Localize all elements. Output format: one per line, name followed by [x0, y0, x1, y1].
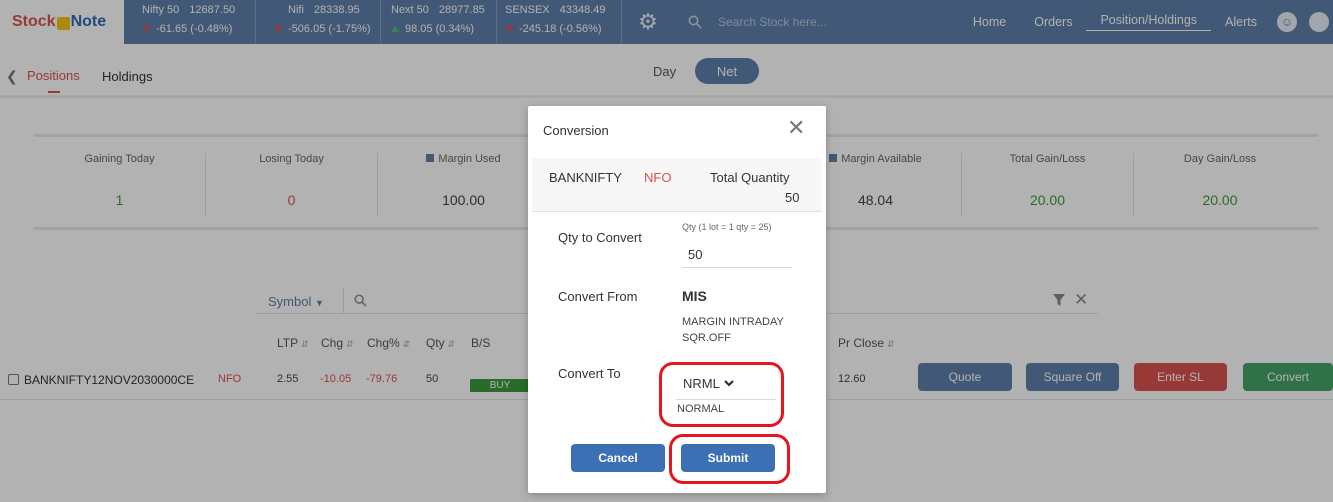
qty-to-convert-label: Qty to Convert [558, 230, 642, 245]
qty-to-convert-input[interactable] [682, 242, 792, 268]
instrument-band [532, 158, 822, 212]
dialog-title: Conversion [543, 123, 609, 138]
convert-from-value: MIS [682, 288, 707, 304]
convert-to-label: Convert To [558, 366, 621, 381]
highlight-submit [669, 434, 790, 484]
total-quantity-label: Total Quantity [710, 170, 790, 185]
qty-hint: Qty (1 lot = 1 qty = 25) [682, 222, 772, 232]
cancel-button[interactable]: Cancel [571, 444, 665, 472]
total-quantity-value: 50 [785, 190, 800, 205]
instrument-symbol: BANKNIFTY [549, 170, 622, 185]
close-icon[interactable]: ✕ [787, 117, 805, 139]
instrument-exchange: NFO [644, 170, 672, 185]
convert-from-description: MARGIN INTRADAY SQR.OFF [682, 316, 784, 344]
highlight-convert-to [659, 362, 784, 427]
convert-from-label: Convert From [558, 289, 638, 304]
